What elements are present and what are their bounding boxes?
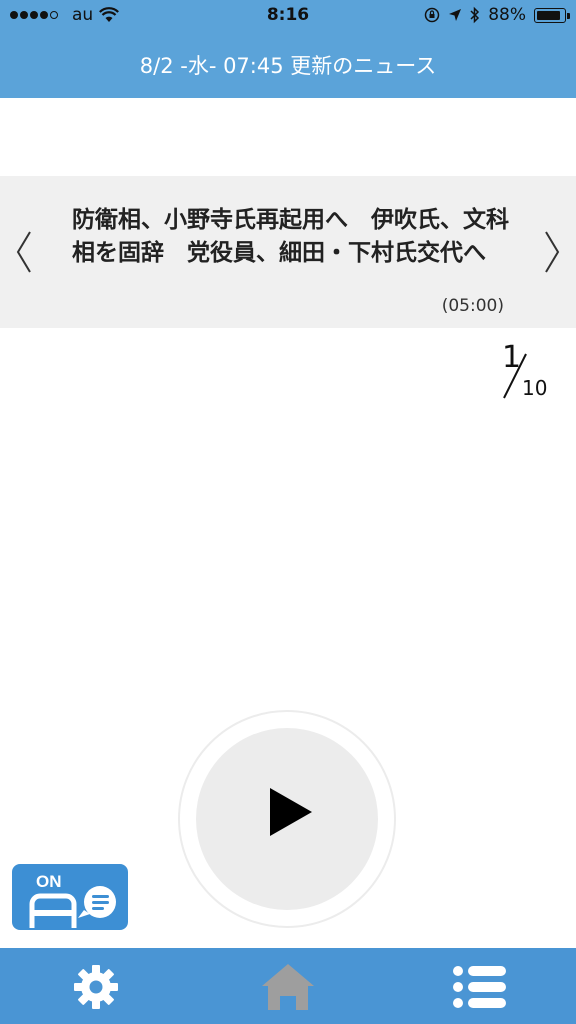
nav-settings[interactable] xyxy=(68,962,124,1012)
auto-play-toggle[interactable]: ON xyxy=(12,864,128,930)
play-button[interactable] xyxy=(196,728,378,910)
news-headline[interactable]: 防衛相、小野寺氏再起用へ 伊吹氏、文科相を固辞 党役員、細田・下村氏交代へ xyxy=(72,204,512,270)
play-icon xyxy=(270,788,312,836)
speaker-chat-icon xyxy=(29,886,116,928)
status-right: 88% xyxy=(424,5,570,25)
location-icon xyxy=(449,9,462,21)
battery-icon xyxy=(534,7,570,23)
status-bar: au 8:16 88% xyxy=(0,0,576,32)
counter-total: 10 xyxy=(522,376,548,400)
list-icon xyxy=(453,966,506,1008)
rotation-lock-icon xyxy=(424,7,440,23)
bluetooth-icon xyxy=(470,6,480,24)
page-title: 8/2 -水- 07:45 更新のニュース xyxy=(139,54,437,78)
chevron-left-icon[interactable] xyxy=(10,226,40,278)
news-time: (05:00) xyxy=(441,296,504,316)
chevron-right-icon[interactable] xyxy=(536,226,566,278)
page-header: 8/2 -水- 07:45 更新のニュース xyxy=(0,32,576,98)
home-icon xyxy=(262,964,314,1010)
battery-level xyxy=(537,10,560,20)
gear-icon xyxy=(74,965,118,1009)
page-counter: 1 10 xyxy=(498,340,558,402)
battery-percent: 88% xyxy=(488,5,526,25)
nav-home[interactable] xyxy=(260,962,316,1012)
play-button-ring xyxy=(178,710,396,928)
news-panel: 防衛相、小野寺氏再起用へ 伊吹氏、文科相を固辞 党役員、細田・下村氏交代へ (0… xyxy=(0,176,576,328)
bottom-nav xyxy=(0,948,576,1024)
nav-list[interactable] xyxy=(452,962,508,1012)
app-screen: au 8:16 88% 8/2 -水- 07:45 更新のニュース 防衛相、小野… xyxy=(0,0,576,1024)
